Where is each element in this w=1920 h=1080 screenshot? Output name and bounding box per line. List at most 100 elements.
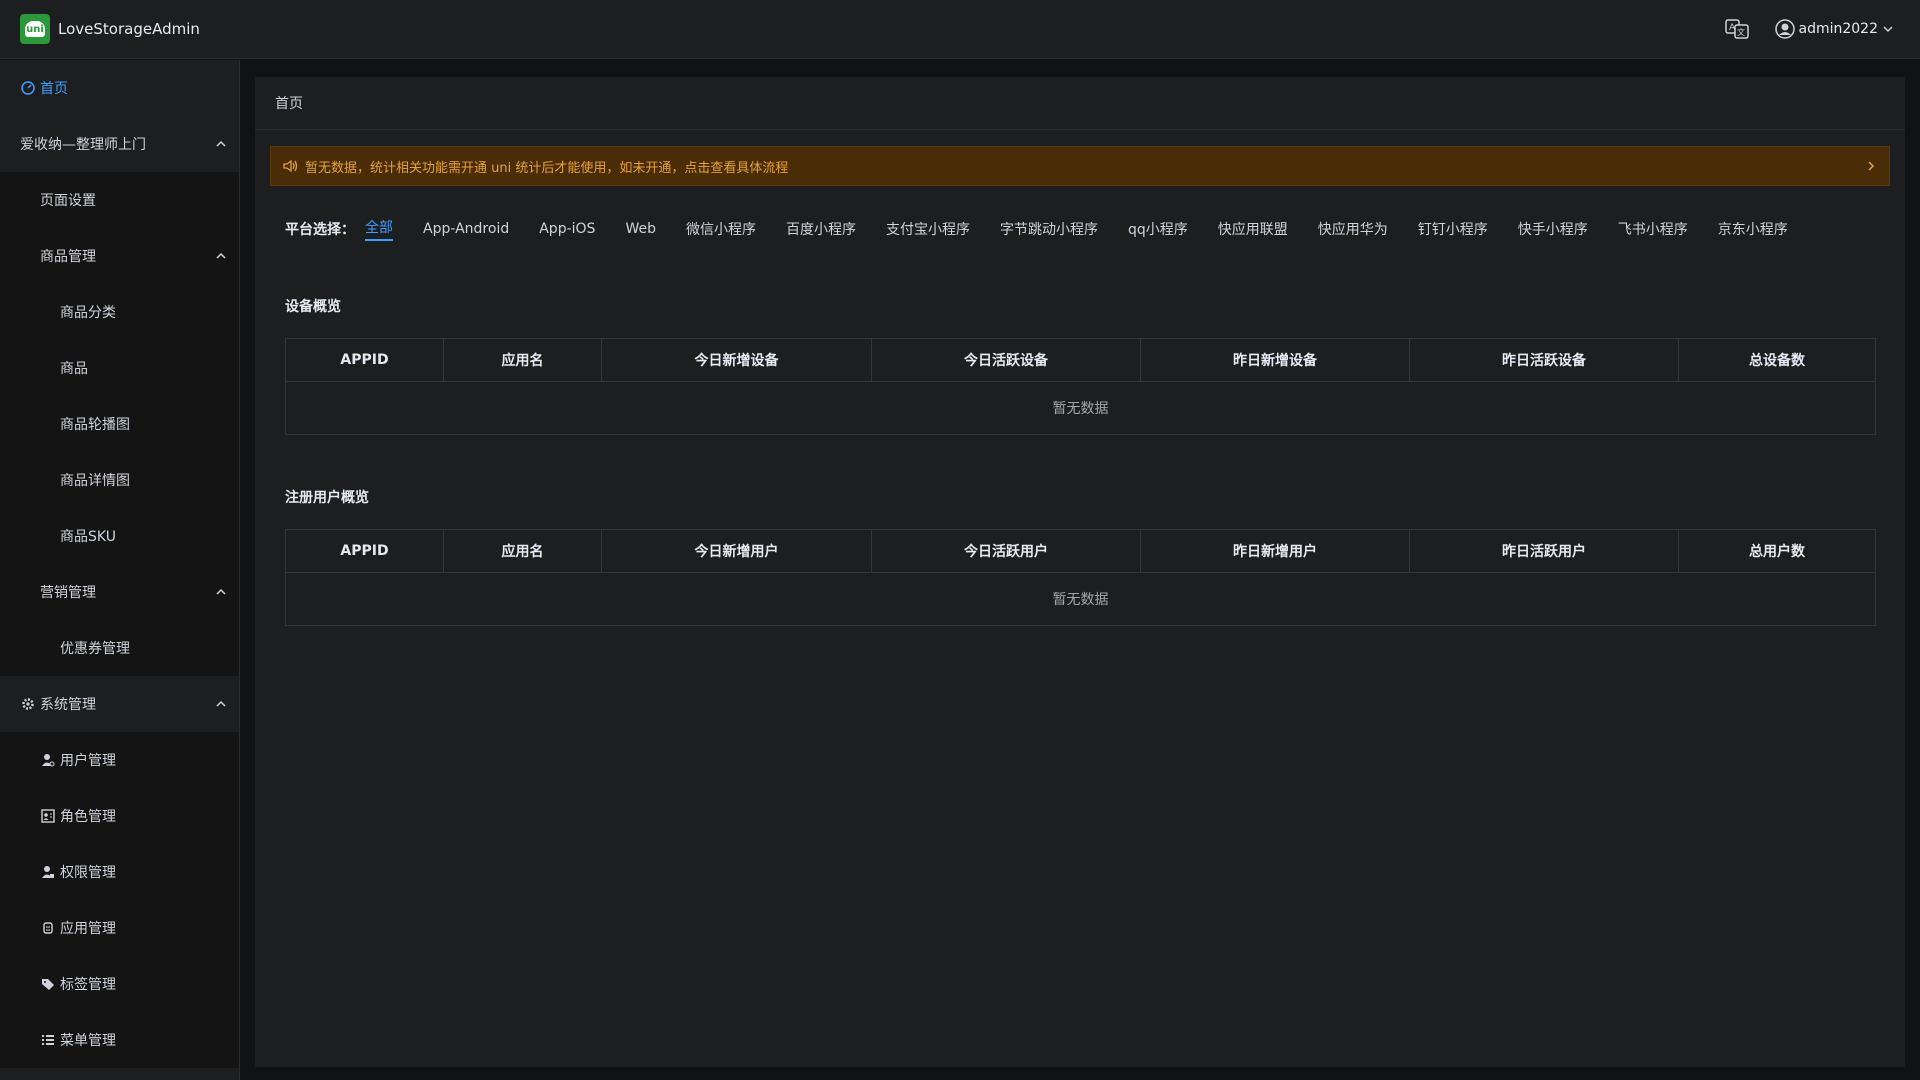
sidebar-item-goods[interactable]: 商品 [0, 340, 239, 396]
platform-option-baidu[interactable]: 百度小程序 [786, 219, 856, 239]
platform-selector: 平台选择： 全部 App-Android App-iOS Web 微信小程序 百… [285, 217, 1818, 241]
column-header: 今日新增用户 [601, 529, 872, 573]
platform-option-feishu[interactable]: 飞书小程序 [1618, 219, 1688, 239]
column-header: 昨日活跃设备 [1409, 338, 1679, 382]
column-header: 昨日活跃用户 [1409, 529, 1679, 573]
sidebar-item-label: 商品 [60, 361, 88, 377]
chevron-right-icon [1868, 161, 1875, 171]
platform-option-jd[interactable]: 京东小程序 [1718, 219, 1788, 239]
table-header-row: APPID 应用名 今日新增设备 今日活跃设备 昨日新增设备 昨日活跃设备 总设… [285, 338, 1876, 382]
app-icon [40, 920, 56, 936]
notice-text: 暂无数据，统计相关功能需开通 uni 统计后才能使用，如未开通，点击查看具体流程 [305, 160, 789, 176]
platform-label: 平台选择： [285, 222, 355, 238]
svg-text:文: 文 [1737, 27, 1745, 37]
logo-text: uni [25, 21, 45, 37]
column-header: APPID [285, 529, 444, 573]
sidebar-item-label: 权限管理 [60, 865, 116, 881]
sidebar-item-label: 标签管理 [60, 977, 116, 993]
empty-text: 暂无数据 [285, 572, 1876, 626]
sidebar-item-users[interactable]: 用户管理 [0, 732, 239, 788]
sidebar-item-label: 优惠券管理 [60, 641, 130, 657]
platform-option-all[interactable]: 全部 [365, 217, 393, 241]
user-lock-icon [40, 864, 56, 880]
chevron-up-icon [216, 700, 226, 707]
user-menu[interactable]: admin2022 [1774, 19, 1899, 39]
sidebar-item-label: 菜单管理 [60, 1033, 116, 1049]
list-icon [40, 1032, 56, 1048]
sidebar-item-label: 商品管理 [40, 249, 96, 265]
notice-bar[interactable]: 暂无数据，统计相关功能需开通 uni 统计后才能使用，如未开通，点击查看具体流程 [270, 146, 1890, 186]
platform-option-kuaishou[interactable]: 快手小程序 [1518, 219, 1588, 239]
sidebar-item-system[interactable]: 系统管理 [0, 676, 239, 732]
sidebar-item-goods-detail-images[interactable]: 商品详情图 [0, 452, 239, 508]
platform-option-web[interactable]: Web [625, 221, 656, 237]
platform-option-qq[interactable]: qq小程序 [1128, 219, 1188, 239]
top-bar: uni LoveStorageAdmin A 文 admin2022 [0, 0, 1920, 59]
sidebar-item-label: 页面设置 [40, 193, 96, 209]
column-header: 应用名 [443, 338, 602, 382]
chevron-down-icon [1883, 26, 1893, 33]
sidebar-item-label: 系统管理 [40, 697, 96, 713]
chevron-up-icon [216, 252, 226, 259]
platform-option-quickapp-huawei[interactable]: 快应用华为 [1318, 219, 1388, 239]
column-header: 昨日新增设备 [1140, 338, 1410, 382]
sidebar-item-coupons[interactable]: 优惠券管理 [0, 620, 239, 676]
empty-text: 暂无数据 [285, 381, 1876, 435]
sidebar-item-label: 应用管理 [60, 921, 116, 937]
chevron-up-icon [216, 588, 226, 595]
sidebar-item-label: 商品详情图 [60, 473, 130, 489]
user-overview-table: APPID 应用名 今日新增用户 今日活跃用户 昨日新增用户 昨日活跃用户 总用… [285, 529, 1876, 626]
device-overview-title: 设备概览 [285, 299, 341, 315]
sidebar-item-label: 商品分类 [60, 305, 116, 321]
device-overview-table: APPID 应用名 今日新增设备 今日活跃设备 昨日新增设备 昨日活跃设备 总设… [285, 338, 1876, 435]
sidebar-item-home[interactable]: 首页 [0, 60, 239, 116]
id-card-icon [40, 808, 56, 824]
user-overview-title: 注册用户概览 [285, 490, 369, 506]
tag-icon [40, 976, 56, 992]
column-header: 昨日新增用户 [1140, 529, 1410, 573]
sidebar-item-label: 用户管理 [60, 753, 116, 769]
speaker-icon [283, 159, 298, 173]
breadcrumb: 首页 [255, 77, 1905, 130]
column-header: APPID [285, 338, 444, 382]
sidebar-item-goods-sku[interactable]: 商品SKU [0, 508, 239, 564]
platform-option-dingtalk[interactable]: 钉钉小程序 [1418, 219, 1488, 239]
translate-icon[interactable]: A 文 [1724, 19, 1749, 39]
sidebar-item-goods-management[interactable]: 商品管理 [0, 228, 239, 284]
sidebar-item-permissions[interactable]: 权限管理 [0, 844, 239, 900]
table-empty-row: 暂无数据 [285, 381, 1876, 435]
breadcrumb-home[interactable]: 首页 [275, 93, 303, 113]
app-title: LoveStorageAdmin [58, 20, 200, 38]
sidebar-item-goods-carousel[interactable]: 商品轮播图 [0, 396, 239, 452]
column-header: 今日新增设备 [601, 338, 872, 382]
logo-icon: uni [20, 14, 50, 44]
table-header-row: APPID 应用名 今日新增用户 今日活跃用户 昨日新增用户 昨日活跃用户 总用… [285, 529, 1876, 573]
gear-icon [20, 696, 36, 712]
column-header: 应用名 [443, 529, 602, 573]
sidebar-item-marketing[interactable]: 营销管理 [0, 564, 239, 620]
sidebar-item-roles[interactable]: 角色管理 [0, 788, 239, 844]
sidebar-item-apps[interactable]: 应用管理 [0, 900, 239, 956]
table-empty-row: 暂无数据 [285, 572, 1876, 626]
sidebar: 首页 爱收纳—整理师上门 页面设置 商品管理 商品分类 商品 商品轮播图 商品详… [0, 60, 240, 1080]
app-logo[interactable]: uni LoveStorageAdmin [20, 14, 200, 44]
platform-option-alipay[interactable]: 支付宝小程序 [886, 219, 970, 239]
column-header: 今日活跃设备 [871, 338, 1141, 382]
sidebar-item-page-settings[interactable]: 页面设置 [0, 172, 239, 228]
platform-option-quickapp-union[interactable]: 快应用联盟 [1218, 219, 1288, 239]
column-header: 今日活跃用户 [871, 529, 1141, 573]
platform-option-android[interactable]: App-Android [423, 221, 509, 237]
sidebar-item-label: 营销管理 [40, 585, 96, 601]
avatar-icon [1774, 19, 1795, 39]
sidebar-item-label: 商品轮播图 [60, 417, 130, 433]
sidebar-item-tags[interactable]: 标签管理 [0, 956, 239, 1012]
sidebar-item-menus[interactable]: 菜单管理 [0, 1012, 239, 1068]
platform-option-wechat[interactable]: 微信小程序 [686, 219, 756, 239]
platform-option-bytedance[interactable]: 字节跳动小程序 [1000, 219, 1098, 239]
sidebar-item-label: 角色管理 [60, 809, 116, 825]
platform-option-ios[interactable]: App-iOS [539, 221, 595, 237]
sidebar-item-love-storage[interactable]: 爱收纳—整理师上门 [0, 116, 239, 172]
chevron-up-icon [216, 140, 226, 147]
sidebar-item-goods-category[interactable]: 商品分类 [0, 284, 239, 340]
column-header: 总用户数 [1678, 529, 1876, 573]
